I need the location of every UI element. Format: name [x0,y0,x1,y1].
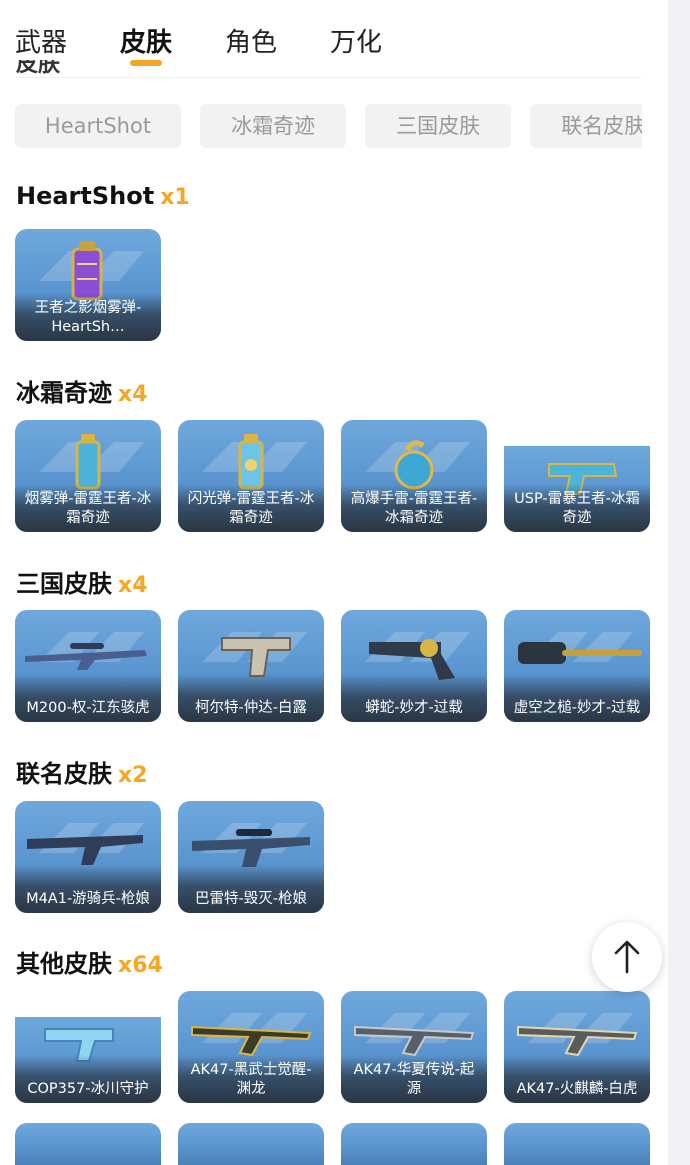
skin-card[interactable]: 烟雾弹-雷霆王者-冰霜奇迹 [15,420,161,532]
section-count: x4 [118,573,148,598]
scroll-rail [668,0,690,1165]
skin-name: AK47-黑武士觉醒-渊龙 [190,1062,312,1097]
clipped-heading: 皮肤 [16,60,61,76]
chip-heartshot[interactable]: HeartShot [15,104,181,148]
skin-name: M200-权-江东骇虎 [26,700,150,716]
skin-name: AK47-华夏传说-起源 [353,1062,475,1097]
skin-card-partial[interactable] [178,1123,324,1165]
chip-ice-miracle[interactable]: 冰霜奇迹 [200,104,347,148]
skin-card-partial[interactable] [15,1123,161,1165]
skin-card-partial[interactable] [341,1123,487,1165]
section-count: x2 [118,763,148,788]
skin-name: 王者之影烟雾弹-HeartSh… [34,300,142,335]
skin-name: AK47-火麒麟-白虎 [516,1081,638,1097]
skin-name: 高爆手雷-雷霆王者-冰霜奇迹 [350,491,478,526]
skin-name: COP357-冰川守护 [27,1081,149,1097]
skin-name: 烟雾弹-雷霆王者-冰霜奇迹 [24,491,152,526]
skin-card[interactable]: USP-雷暴王者-冰霜奇迹 [504,446,650,532]
skin-name: 闪光弹-雷霆王者-冰霜奇迹 [187,491,315,526]
skin-name: 柯尔特-仲达-白露 [195,700,307,716]
skin-name: M4A1-游骑兵-枪娘 [26,891,150,907]
top-tab-bar: 武器 皮肤 角色 万化 皮肤 [0,0,668,80]
skin-card[interactable]: 闪光弹-雷霆王者-冰霜奇迹 [178,420,324,532]
skin-card[interactable]: M200-权-江东骇虎 [15,610,161,722]
arrow-up-icon [614,940,640,974]
filter-chip-row[interactable]: HeartShot 冰霜奇迹 三国皮肤 联名皮肤 [15,104,642,148]
active-tab-indicator [130,60,162,66]
header-divider [15,77,642,78]
skin-card[interactable]: 蟒蛇-妙才-过载 [341,610,487,722]
skin-name: 巴雷特-毁灭-枪娘 [195,891,307,907]
skin-card[interactable]: AK47-华夏传说-起源 [341,991,487,1103]
skin-card[interactable]: AK47-火麒麟-白虎 [504,991,650,1103]
skin-card[interactable]: M4A1-游骑兵-枪娘 [15,801,161,913]
section-count: x64 [118,953,163,978]
skin-card[interactable]: 高爆手雷-雷霆王者-冰霜奇迹 [341,420,487,532]
section-title-ice-miracle: 冰霜奇迹 x4 [16,379,148,407]
section-count: x4 [118,382,148,407]
tab-wanhua[interactable]: 万化 [330,22,382,59]
section-count: x1 [160,185,190,210]
section-title-collab: 联名皮肤 x2 [16,760,148,788]
skin-card-partial[interactable] [504,1123,650,1165]
skin-name: 虚空之槌-妙才-过载 [513,700,641,716]
skin-name: 蟒蛇-妙才-过载 [365,700,463,716]
section-title-other: 其他皮肤 x64 [16,950,163,978]
skin-name: USP-雷暴王者-冰霜奇迹 [514,491,640,526]
tab-characters[interactable]: 角色 [225,22,277,59]
skin-card[interactable]: 王者之影烟雾弹-HeartSh… [15,229,161,341]
skin-card[interactable]: 巴雷特-毁灭-枪娘 [178,801,324,913]
section-title-three-kingdoms: 三国皮肤 x4 [16,570,148,598]
chip-three-kingdoms[interactable]: 三国皮肤 [365,104,512,148]
section-title-heartshot: HeartShot x1 [16,182,190,210]
chip-collab[interactable]: 联名皮肤 [530,104,642,148]
skin-card[interactable]: COP357-冰川守护 [15,1017,161,1103]
skin-card[interactable]: 虚空之槌-妙才-过载 [504,610,650,722]
scroll-to-top-button[interactable] [592,922,662,992]
tab-weapons[interactable]: 武器 [15,22,67,59]
skin-card[interactable]: AK47-黑武士觉醒-渊龙 [178,991,324,1103]
tab-skins[interactable]: 皮肤 [120,22,172,59]
skin-card[interactable]: 柯尔特-仲达-白露 [178,610,324,722]
